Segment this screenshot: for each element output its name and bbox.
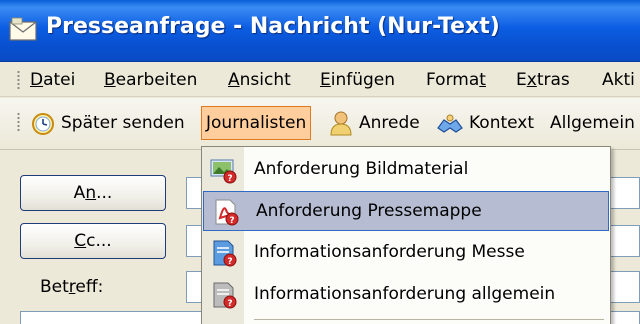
title-bar: Presseanfrage - Nachricht (Nur-Text)	[0, 0, 640, 62]
handshake-icon	[437, 114, 463, 133]
menu-aktionen[interactable]: Akti	[602, 67, 635, 93]
anrede-label: Anrede	[359, 113, 420, 133]
menu-grip-handle[interactable]	[17, 70, 20, 90]
pdf-document-icon: ?	[215, 199, 239, 226]
svg-text:?: ?	[227, 257, 232, 267]
clock-icon	[32, 113, 54, 135]
menu-item-anforderung-bildmaterial[interactable]: ? Anforderung Bildmaterial	[202, 150, 610, 190]
person-icon	[330, 111, 352, 136]
menu-item-label: Informationsanforderung Messe	[254, 242, 525, 262]
menu-item-informationsanforderung-messe[interactable]: ? Informationsanforderung Messe	[202, 233, 610, 273]
menu-format[interactable]: Format	[426, 67, 486, 93]
kontext-label: Kontext	[469, 113, 535, 133]
betreff-label: Betreff:	[40, 277, 104, 297]
image-document-icon: ?	[210, 159, 237, 184]
allgemein-button[interactable]: Allgemein	[550, 106, 635, 140]
svg-text:?: ?	[227, 174, 232, 184]
menu-item-anforderung-pressemappe[interactable]: ? Anforderung Pressemappe	[203, 191, 609, 231]
kontext-button[interactable]: Kontext	[436, 106, 534, 140]
anrede-button[interactable]: Anrede	[328, 106, 420, 140]
gray-document-icon: ?	[213, 282, 237, 309]
menu-ansicht[interactable]: Ansicht	[228, 67, 291, 93]
toolbar: Später senden Journalisten Anrede Kontex…	[0, 98, 640, 150]
spaeter-senden-button[interactable]: Später senden	[30, 106, 185, 140]
cc-button[interactable]: Cc...	[20, 223, 166, 259]
window-title: Presseanfrage - Nachricht (Nur-Text)	[46, 14, 500, 39]
menu-datei[interactable]: Datei	[30, 67, 75, 93]
menu-extras[interactable]: Extras	[516, 67, 570, 93]
toolbar-grip-handle[interactable]	[17, 112, 20, 132]
journalisten-button[interactable]: Journalisten	[201, 106, 312, 140]
blue-document-icon: ?	[213, 240, 237, 267]
spaeter-senden-label: Später senden	[61, 113, 185, 133]
menu-item-label: Anforderung Pressemappe	[256, 201, 482, 221]
svg-text:?: ?	[227, 299, 232, 309]
journalisten-dropdown-menu: ? Anforderung Bildmaterial ? Anforderung…	[201, 146, 611, 324]
journalisten-label: Journalisten	[206, 113, 307, 133]
menu-bar: Datei Bearbeiten Ansicht Einfügen Format…	[0, 62, 640, 97]
menu-item-informationsanforderung-allgemein[interactable]: ? Informationsanforderung allgemein	[202, 275, 610, 315]
an-button[interactable]: An...	[20, 175, 166, 211]
menu-item-label: Anforderung Bildmaterial	[254, 159, 469, 179]
allgemein-label: Allgemein	[550, 113, 635, 133]
menu-einfuegen[interactable]: Einfügen	[320, 67, 395, 93]
envelope-icon	[9, 17, 37, 41]
svg-text:?: ?	[229, 216, 234, 226]
menu-item-label: Informationsanforderung allgemein	[254, 284, 556, 304]
menu-bearbeiten[interactable]: Bearbeiten	[104, 67, 197, 93]
menu-separator	[254, 319, 604, 320]
